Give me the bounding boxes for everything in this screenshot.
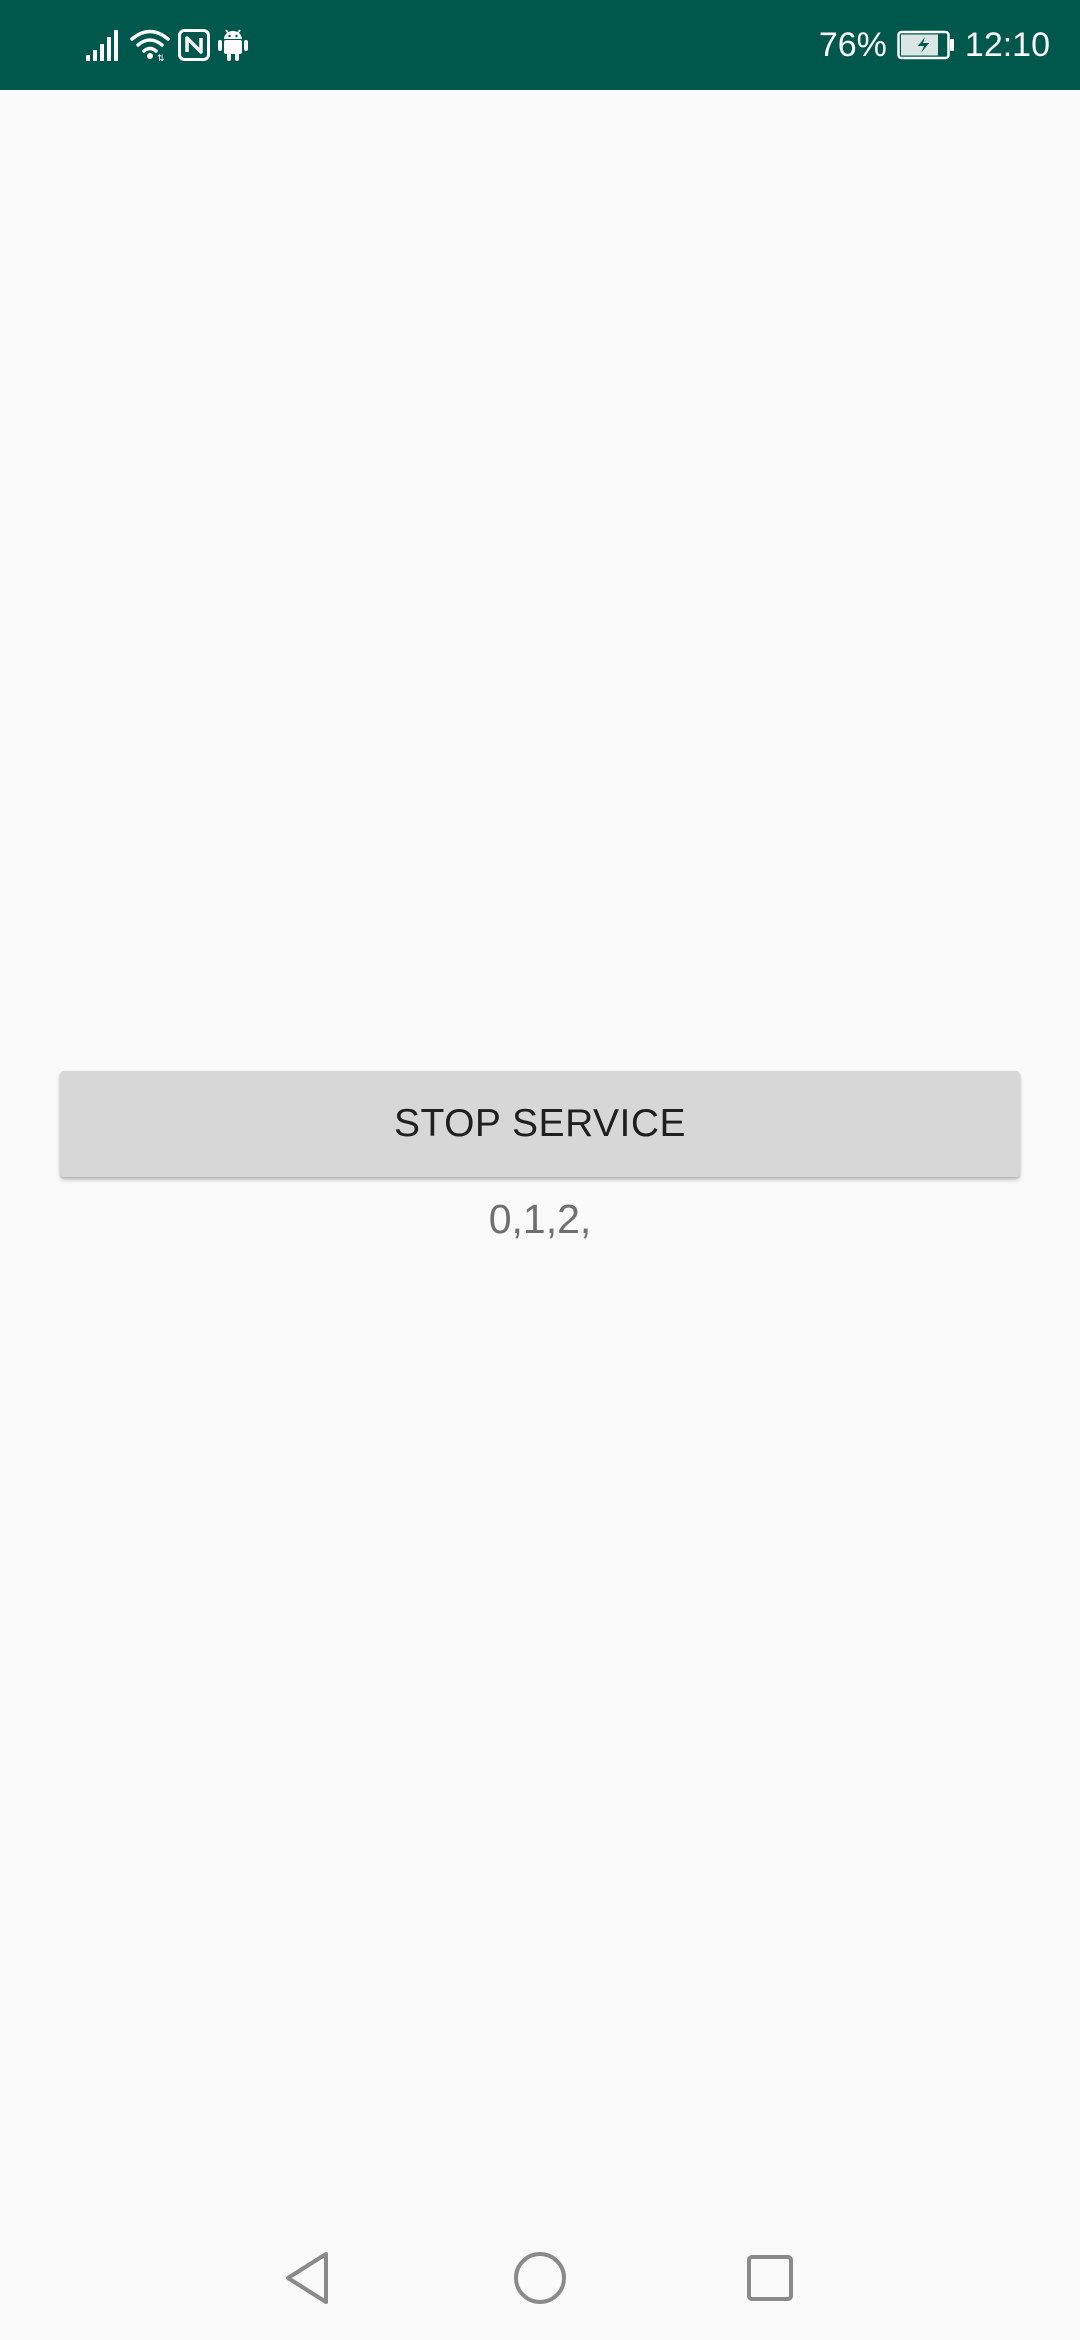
status-icons-right: 76% 12:10 (819, 20, 1050, 70)
back-button[interactable] (278, 2248, 338, 2308)
recents-button[interactable] (740, 2248, 800, 2308)
wifi-icon: ⇅ (130, 24, 170, 66)
svg-text:⇅: ⇅ (157, 54, 165, 62)
nfc-icon (178, 24, 210, 66)
status-icons-left: ⇅ (86, 24, 248, 66)
stop-service-button[interactable]: STOP SERVICE (60, 1071, 1020, 1177)
battery-charging-icon (897, 30, 955, 60)
counter-text: 0,1,2, (488, 1196, 592, 1242)
home-button[interactable] (510, 2248, 570, 2308)
back-icon (286, 2252, 328, 2304)
signal-icon (86, 24, 122, 66)
home-icon (514, 2252, 566, 2304)
navigation-bar (0, 2214, 1080, 2340)
android-icon (218, 24, 248, 66)
status-bar: ⇅ 76% 12:10 (0, 0, 1080, 90)
recents-icon (747, 2255, 793, 2301)
clock: 12:10 (964, 25, 1050, 64)
battery-percent: 76% (818, 25, 887, 64)
